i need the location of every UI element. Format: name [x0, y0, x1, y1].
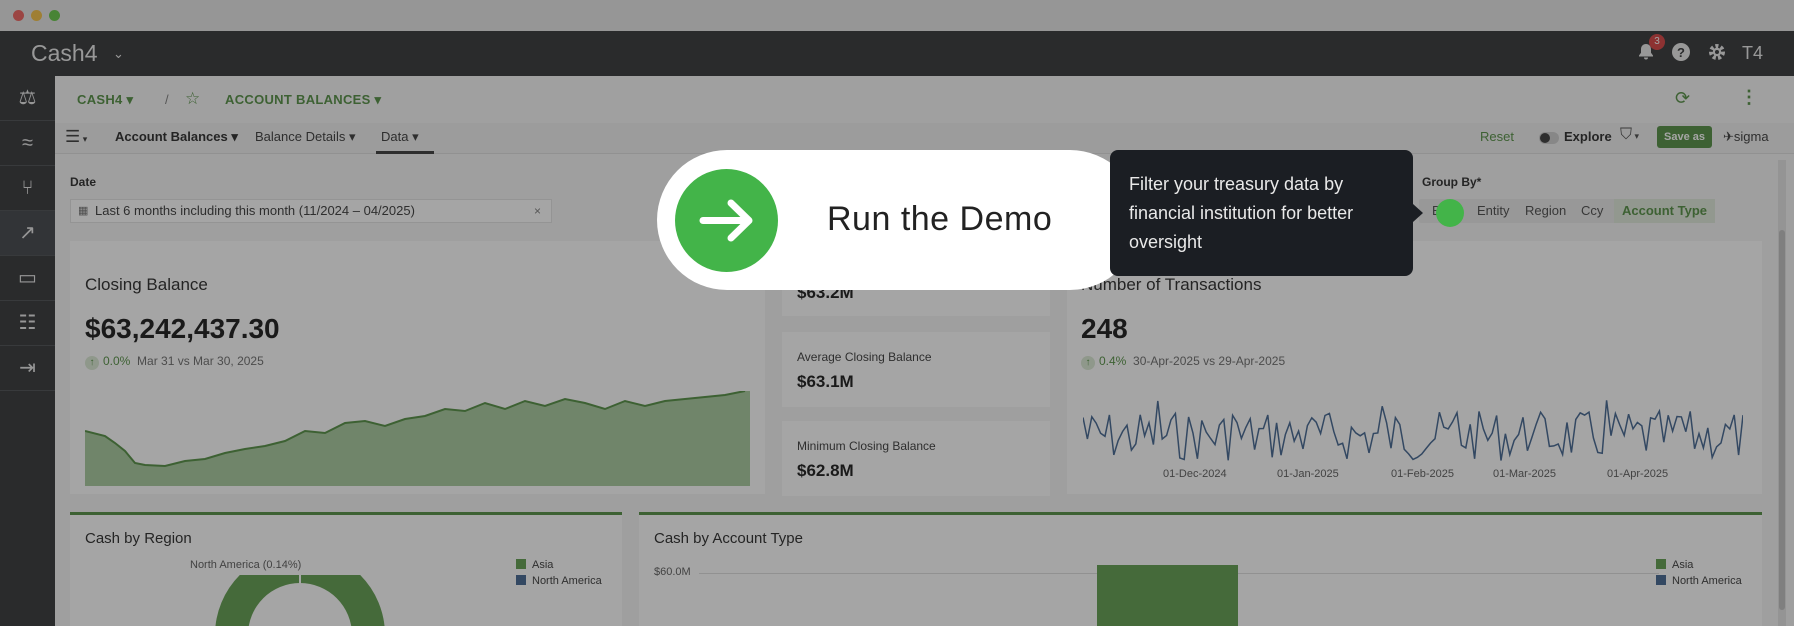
tour-tooltip-text: Filter your treasury data by financial i… [1129, 174, 1354, 252]
app-window: Cash4 ⌄ 3 ? T4 ⚖ ≈ ⑂ ↗ ▭ ☷ ⇥ CASH4 ▾ / ☆… [0, 0, 1794, 626]
tour-hotspot[interactable] [1436, 199, 1464, 227]
run-demo-label: Run the Demo [827, 200, 1053, 238]
tour-overlay [0, 0, 1794, 626]
arrow-right-icon [675, 169, 778, 272]
tooltip-arrow [1413, 204, 1423, 222]
run-demo-button[interactable]: Run the Demo [657, 150, 1140, 290]
tour-tooltip: Filter your treasury data by financial i… [1110, 150, 1413, 276]
